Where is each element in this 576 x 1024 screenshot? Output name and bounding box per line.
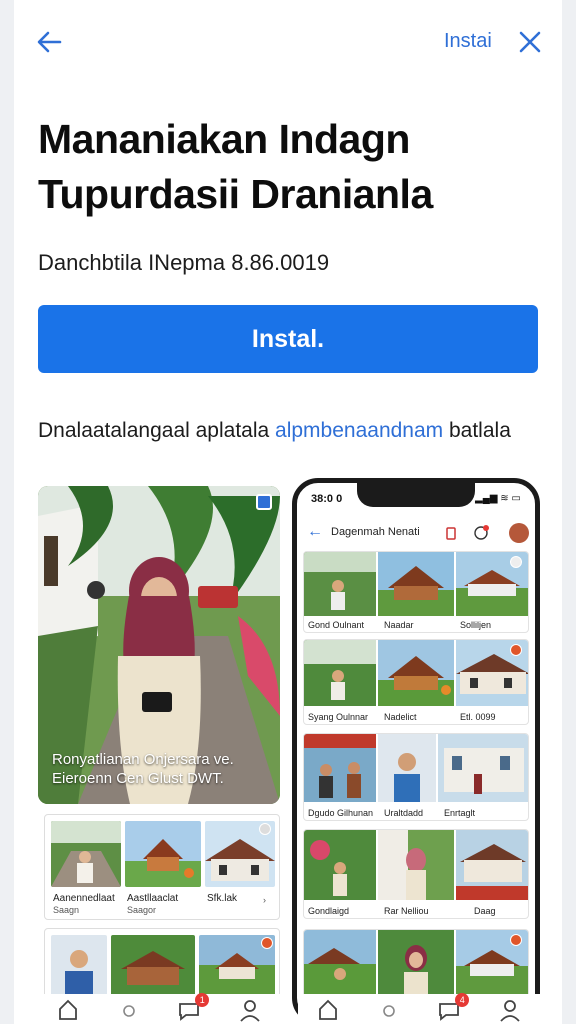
phone-row-3-images: [304, 734, 528, 802]
hero-caption-line1: Ronyatlianan Onjersara ve.: [52, 751, 234, 768]
hero-caption-line2: Eieroenn Cen Glust DWT.: [52, 770, 224, 787]
home-icon[interactable]: [54, 995, 82, 1023]
phone-row-3-label-3: Enrtaglt: [444, 808, 476, 818]
phone-row-5-badge-icon: [510, 934, 522, 946]
grid-thumb-badge-icon: [259, 823, 271, 835]
phone-row-1-images: [304, 552, 528, 616]
back-arrow-icon[interactable]: [34, 26, 66, 58]
phone-status-icons: ▂▄▆ ≋ ▭: [475, 493, 521, 504]
grid-sub-2: Saagor: [127, 905, 157, 915]
grid2-badge-icon: [261, 937, 273, 949]
phone-title: Dagenmah Nenati: [331, 526, 420, 538]
phone-row-2-images: [304, 640, 528, 706]
phone-row-4-label-2: Rar Nelliou: [384, 906, 429, 916]
phone-home-icon[interactable]: [314, 995, 342, 1023]
phone-row-card[interactable]: Dgudo Gilhunan Uraltdadd Enrtaglt: [303, 733, 529, 821]
install-button[interactable]: Instal.: [38, 305, 538, 373]
preview-grid-card[interactable]: Aanennedlaat Saagn Aastllaaclat Saagor S…: [44, 814, 280, 920]
phone-row-4-label-1: Gondlaigd: [308, 906, 350, 916]
messages-badge: 1: [195, 993, 210, 1007]
app-title-line2: Tupurdasii Dranianla: [38, 171, 433, 217]
grid-thumb-3: [205, 821, 275, 887]
close-icon[interactable]: [514, 26, 546, 58]
phone-row-2-badge-icon: [510, 644, 522, 656]
phone-row-1-label-1: Gond Oulnant: [308, 620, 365, 630]
preview-grid-card-2[interactable]: [44, 928, 280, 998]
phone-row-3-label-1: Dgudo Gilhunan: [308, 808, 374, 818]
phone-chat-icon[interactable]: [473, 525, 489, 541]
app-title: Mananiakan Indagn Tupurdasii Dranianla: [38, 112, 538, 222]
left-bottom-nav: 1: [38, 993, 280, 1024]
install-sheet: Instai Mananiakan Indagn Tupurdasii Dran…: [14, 0, 562, 1024]
phone-row-card[interactable]: Gondlaigd Rar Nelliou Daag: [303, 829, 529, 919]
refresh-icon[interactable]: [115, 995, 143, 1023]
description-text: Dnalaatalangaal aplatala: [38, 419, 276, 442]
phone-notch: [357, 483, 475, 507]
phone-row-1-label-3: Solliljen: [460, 620, 492, 630]
profile-icon[interactable]: [236, 995, 264, 1023]
grid-chevron-icon[interactable]: ›: [263, 895, 266, 905]
messages-icon[interactable]: 1: [175, 993, 210, 1023]
phone-header: ← Dagenmah Nenati: [297, 519, 535, 547]
app-title-line1: Mananiakan Indagn: [38, 116, 410, 162]
phone-row-5-images: [304, 930, 528, 1000]
top-bar: Instai: [14, 0, 562, 84]
phone-profile-icon[interactable]: [496, 995, 524, 1023]
phone-row-2-label-2: Nadelict: [384, 712, 417, 722]
description-link[interactable]: alpmbenaandnam: [275, 419, 443, 442]
app-description: Dnalaatalangaal aplatala alpmbenaandnam …: [38, 418, 538, 443]
description-text-end: batlala: [443, 419, 511, 442]
hero-badge-icon: [256, 494, 272, 510]
grid-thumb-1: [51, 821, 121, 887]
phone-row-1-label-2: Naadar: [384, 620, 414, 630]
app-version: Danchbtila INepma 8.86.0019: [38, 250, 330, 275]
install-link[interactable]: Instai: [444, 30, 492, 53]
phone-row-2-label-3: Etl. 0099: [460, 712, 496, 722]
phone-row-card[interactable]: Gond Oulnant Naadar Solliljen: [303, 551, 529, 633]
phone-mockup: 38:0 0 ▂▄▆ ≋ ▭ ← Dagenmah Nenati Gond Ou…: [292, 478, 540, 1024]
phone-row-2-label-1: Syang Oulnnar: [308, 712, 369, 722]
grid-label-1: Aanennedlaat: [53, 893, 115, 904]
phone-row-4-images: [304, 830, 528, 900]
grid2-thumb-3: [199, 935, 275, 997]
grid2-thumb-1: [51, 935, 107, 997]
phone-row-card[interactable]: Syang Oulnnar Nadelict Etl. 0099: [303, 639, 529, 725]
phone-row-1-badge-icon: [510, 556, 522, 568]
hero-caption: Ronyatlianan Onjersara ve. Eieroenn Cen …: [52, 750, 272, 788]
phone-row-3-label-2: Uraltdadd: [384, 808, 424, 818]
phone-messages-icon[interactable]: 4: [435, 993, 470, 1023]
grid-thumb-2: [125, 821, 201, 887]
phone-avatar[interactable]: [509, 523, 529, 543]
phone-messages-badge: 4: [455, 993, 470, 1007]
phone-bottom-nav: 4: [298, 993, 540, 1024]
phone-back-icon[interactable]: ←: [307, 523, 323, 541]
phone-delete-icon[interactable]: [443, 525, 459, 541]
grid-sub-1: Saagn: [53, 905, 80, 915]
preview-hero-image[interactable]: Ronyatlianan Onjersara ve. Eieroenn Cen …: [38, 486, 280, 804]
grid-label-2: Aastllaaclat: [127, 893, 179, 904]
grid2-thumb-2: [111, 935, 195, 997]
phone-row-4-label-3: Daag: [474, 906, 496, 916]
phone-status-time: 38:0 0: [311, 493, 343, 505]
grid-label-3: Sfk.lak: [207, 893, 238, 904]
phone-refresh-icon[interactable]: [375, 995, 403, 1023]
